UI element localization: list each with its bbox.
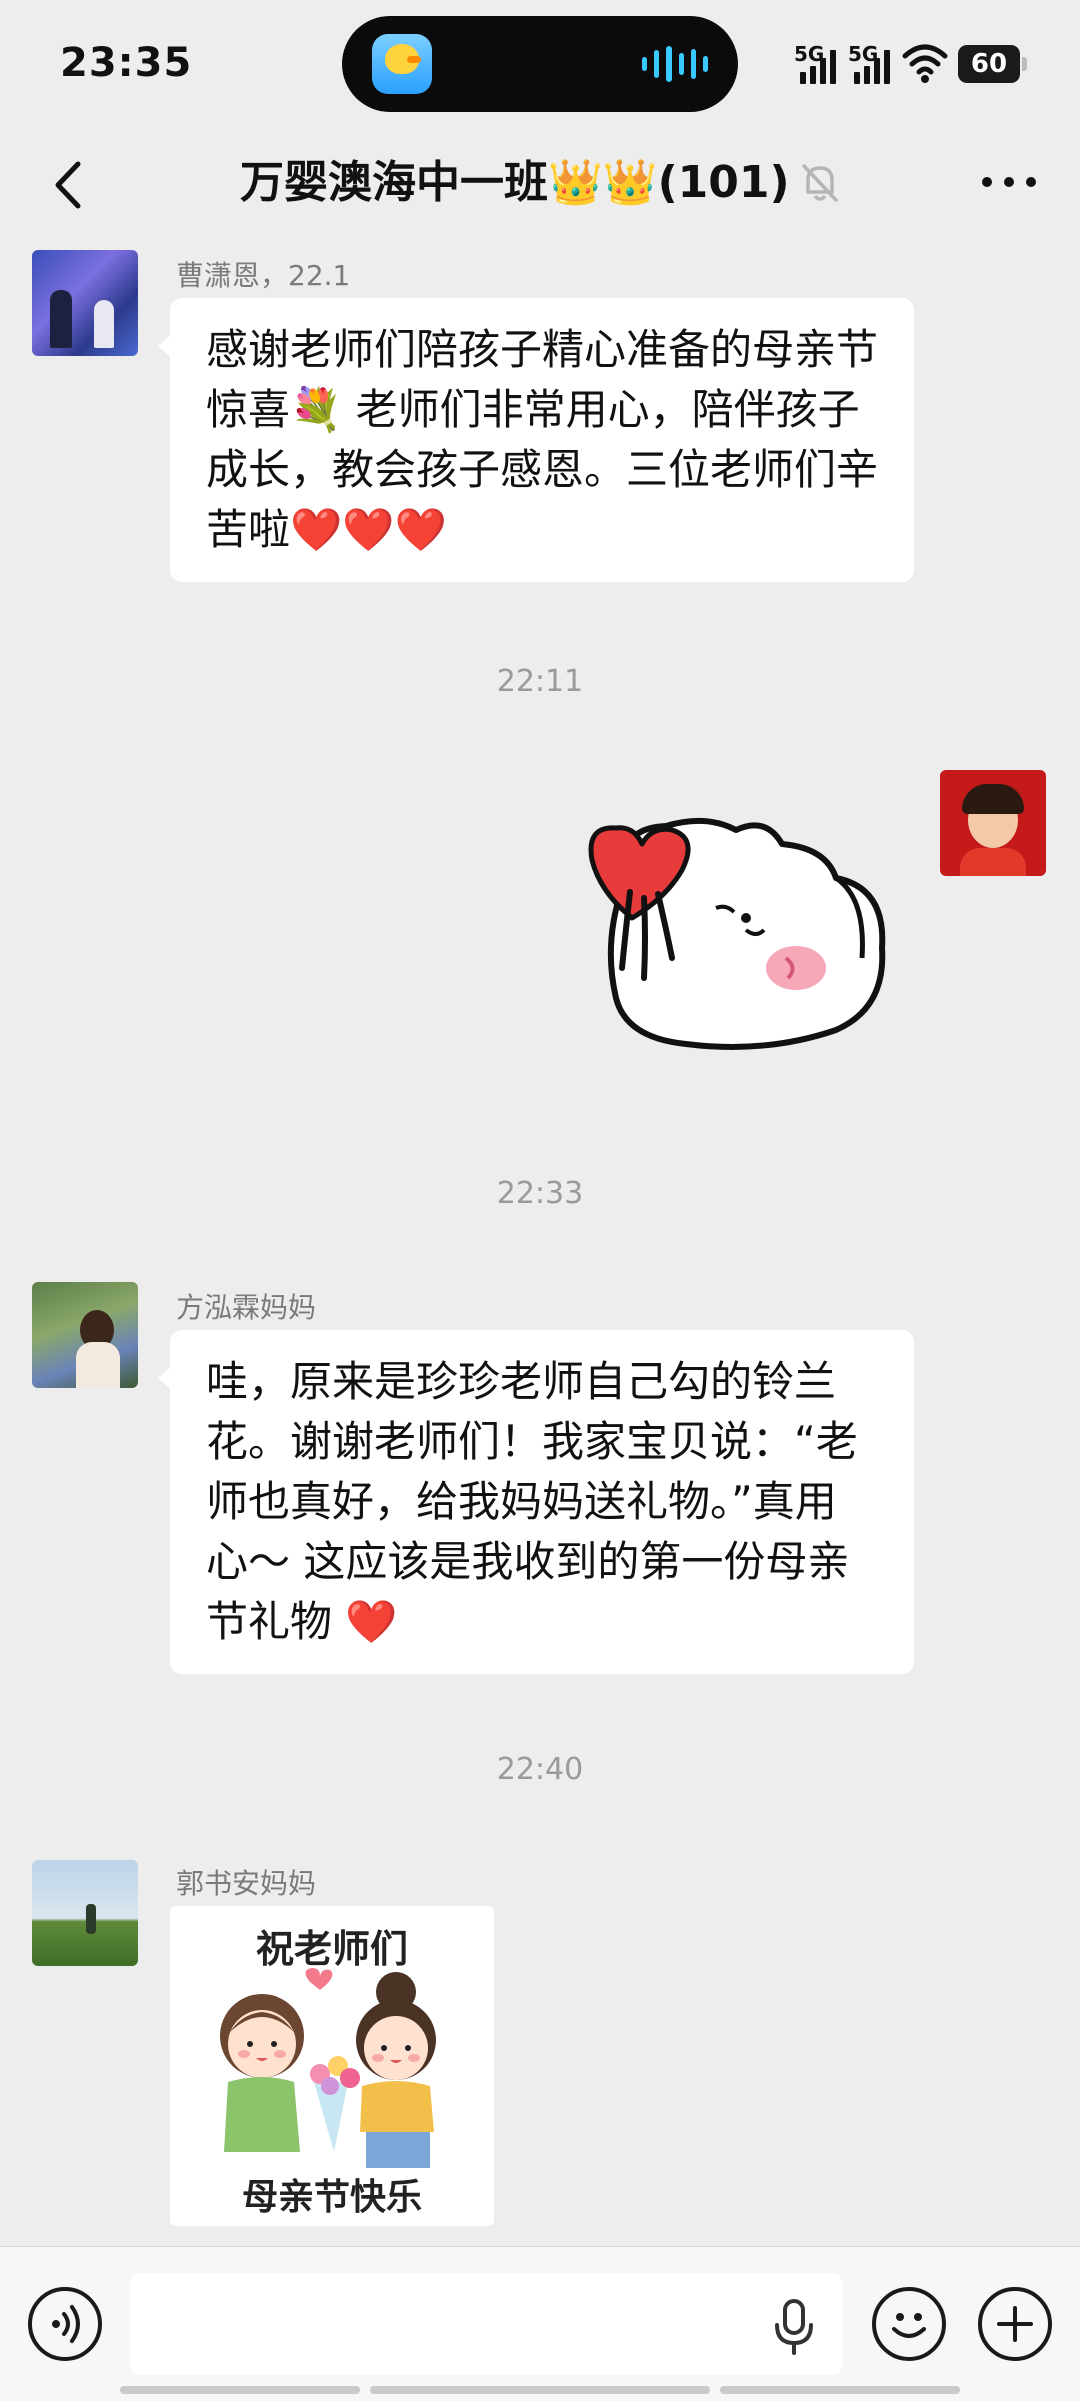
signal-bars-icon — [800, 48, 836, 84]
signal-bars-icon — [854, 48, 890, 84]
plus-button[interactable] — [978, 2287, 1052, 2361]
message-bubble[interactable]: 哇，原来是珍珍老师自己勾的铃兰花。谢谢老师们！我家宝贝说：“老师也真好，给我妈妈… — [158, 1330, 914, 1674]
home-indicator — [720, 2386, 960, 2394]
chat-header: 万婴澳海中一班👑👑(101) — [0, 130, 1080, 240]
voice-toggle-icon — [52, 2305, 80, 2343]
emoji-button[interactable] — [872, 2287, 946, 2361]
mother-child-illustration — [220, 1968, 436, 2168]
status-bar: 23:35 5G 5G 60 — [0, 0, 1080, 130]
dynamic-island[interactable] — [342, 16, 738, 112]
chat-title[interactable]: 万婴澳海中一班👑👑(101) — [240, 148, 790, 218]
audio-wave-icon — [642, 46, 709, 82]
emoji-icon — [892, 2313, 926, 2338]
message-bubble[interactable]: 感谢老师们陪孩子精心准备的母亲节惊喜💐 老师们非常用心，陪伴孩子成长，教会孩子感… — [158, 298, 914, 582]
sender-name: 方泓霖妈妈 — [176, 1291, 317, 1324]
app-duck-icon — [372, 34, 432, 94]
status-time: 23:35 — [60, 40, 193, 86]
timestamp: 22:11 — [496, 664, 584, 699]
microphone-icon[interactable] — [768, 2297, 820, 2357]
home-indicator — [370, 2386, 710, 2394]
home-indicator — [120, 2386, 360, 2394]
my-avatar[interactable] — [940, 770, 1046, 876]
bell-off-icon — [802, 164, 838, 202]
sender-name: 曹潇恩，22.1 — [176, 259, 351, 292]
heart-bunny-sticker[interactable] — [586, 808, 906, 1058]
plus-icon — [997, 2306, 1033, 2342]
mothers-day-sticker[interactable]: 祝老师们 母亲节快乐 — [170, 1906, 494, 2226]
battery-icon: 60 — [958, 45, 1027, 83]
back-chevron-icon[interactable] — [36, 150, 106, 220]
sticker-caption-bottom: 母亲节快乐 — [241, 2177, 422, 2218]
more-dots-icon[interactable] — [974, 152, 1044, 212]
timestamp: 22:33 — [496, 1176, 584, 1211]
wifi-icon — [902, 44, 948, 83]
input-bar — [0, 2246, 1080, 2401]
voice-toggle-button[interactable] — [28, 2287, 102, 2361]
sender-avatar[interactable] — [32, 1860, 138, 1966]
sender-avatar[interactable] — [32, 250, 138, 356]
sender-name: 郭书安妈妈 — [176, 1867, 317, 1900]
sender-avatar[interactable] — [32, 1282, 138, 1388]
message-input[interactable] — [130, 2273, 842, 2375]
timestamp: 22:40 — [496, 1752, 584, 1787]
